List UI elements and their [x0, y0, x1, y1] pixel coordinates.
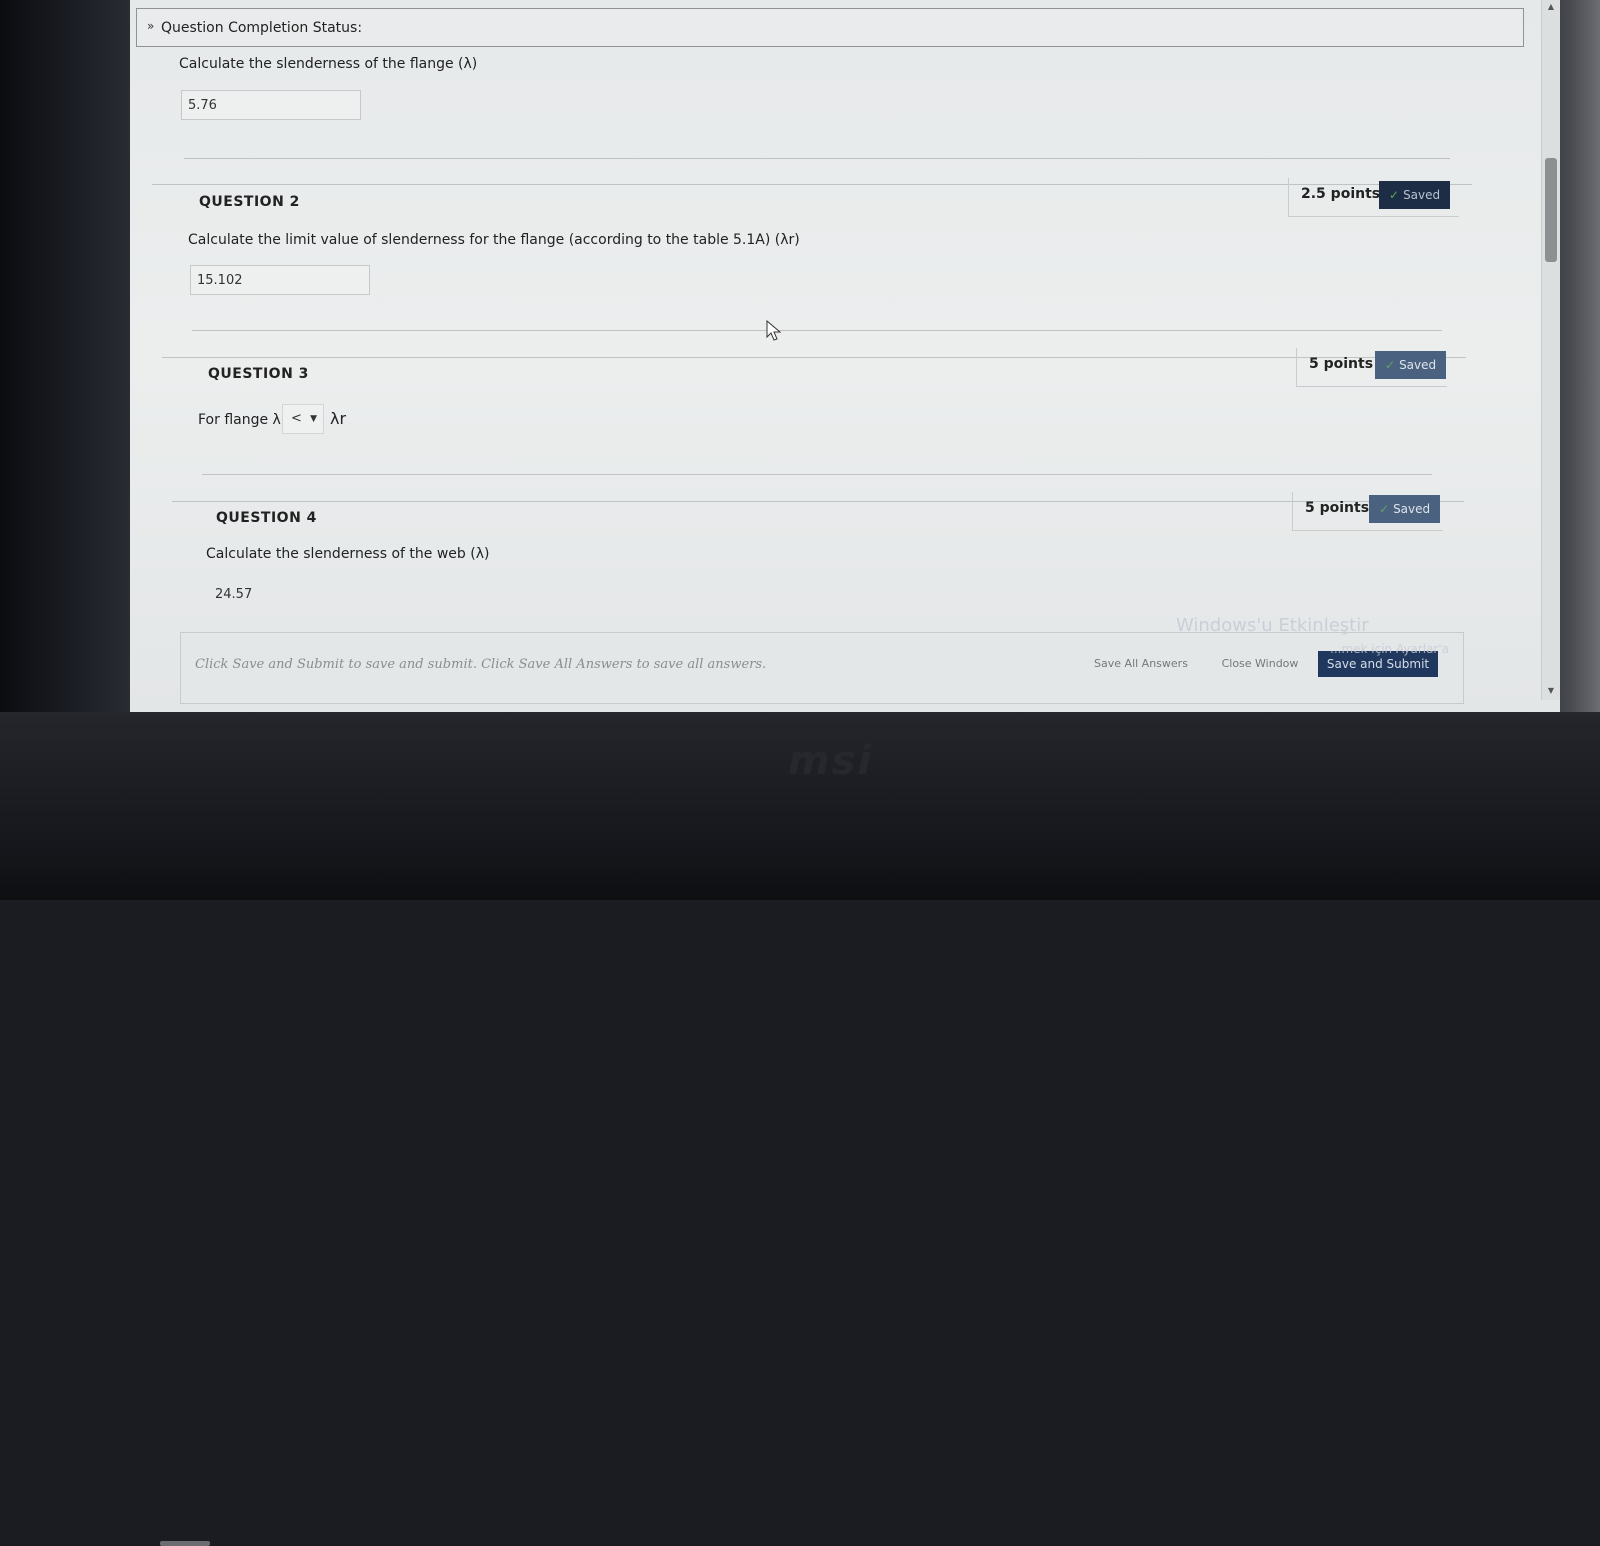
- chevron-down-icon[interactable]: »: [147, 19, 154, 33]
- question1-prompt: Calculate the slenderness of the flange …: [179, 56, 478, 72]
- question4-saved-badge: ✓ Saved: [1369, 495, 1441, 523]
- submission-footer: Click Save and Submit to save and submit…: [180, 632, 1464, 704]
- question3-prompt-left: For flange λ: [198, 412, 281, 428]
- check-icon: ✓: [1389, 188, 1400, 202]
- question-completion-status-bar[interactable]: » Question Completion Status:: [136, 8, 1524, 47]
- save-all-answers-button[interactable]: Save All Answers: [1091, 651, 1191, 677]
- question2-points: 2.5 points: [1301, 186, 1381, 202]
- scrollbar-thumb[interactable]: [1545, 158, 1557, 262]
- question2-saved-badge: ✓ Saved: [1379, 181, 1451, 209]
- select-value: <: [291, 411, 302, 426]
- msi-logo: msi: [788, 738, 874, 784]
- divider: [184, 158, 1450, 159]
- question3-points-box: 5 points ✓ Saved: [1296, 348, 1447, 387]
- question3-points: 5 points: [1309, 356, 1374, 372]
- browser-screen: » Question Completion Status: Calculate …: [130, 0, 1560, 712]
- divider: [202, 474, 1432, 475]
- caret-down-icon: ▼: [310, 414, 317, 424]
- footer-instructions: Click Save and Submit to save and submit…: [195, 657, 767, 672]
- divider: [152, 184, 1472, 185]
- scroll-down-icon[interactable]: ▼: [1546, 686, 1556, 696]
- divider: [192, 330, 1442, 331]
- windows-activation-subtitle: ...mek için Ayarlar'a: [1330, 642, 1450, 656]
- saved-label: Saved: [1403, 188, 1441, 202]
- close-window-button[interactable]: Close Window: [1215, 651, 1305, 677]
- bezel-indicator: [160, 1541, 210, 1546]
- question4-points: 5 points: [1305, 500, 1370, 516]
- check-icon: ✓: [1385, 358, 1396, 372]
- question2-prompt: Calculate the limit value of slenderness…: [188, 232, 800, 248]
- question3-comparison-select[interactable]: < ▼: [282, 404, 324, 434]
- question4-points-box: 5 points ✓ Saved: [1292, 492, 1443, 531]
- question2-answer-field[interactable]: 15.102: [190, 265, 370, 295]
- question3-prompt-right: λr: [330, 409, 347, 428]
- question2-title: QUESTION 2: [199, 194, 300, 210]
- saved-label: Saved: [1399, 358, 1437, 372]
- saved-label: Saved: [1393, 502, 1431, 516]
- question2-points-box: 2.5 points ✓ Saved: [1288, 178, 1459, 217]
- scroll-up-icon[interactable]: ▲: [1546, 2, 1556, 12]
- question4-answer-field[interactable]: 24.57: [208, 579, 388, 609]
- status-label: Question Completion Status:: [161, 20, 363, 36]
- question4-title: QUESTION 4: [216, 510, 317, 526]
- check-icon: ✓: [1379, 502, 1390, 516]
- question3-saved-badge: ✓ Saved: [1375, 351, 1447, 379]
- page-scrollbar[interactable]: ▲ ▼: [1541, 0, 1560, 700]
- question3-title: QUESTION 3: [208, 366, 309, 382]
- divider: [172, 501, 1464, 502]
- question1-answer-field[interactable]: 5.76: [181, 90, 361, 120]
- question4-prompt: Calculate the slenderness of the web (λ): [206, 546, 490, 562]
- windows-activation-watermark: Windows'u Etkinleştir: [1176, 615, 1369, 636]
- divider: [162, 357, 1466, 358]
